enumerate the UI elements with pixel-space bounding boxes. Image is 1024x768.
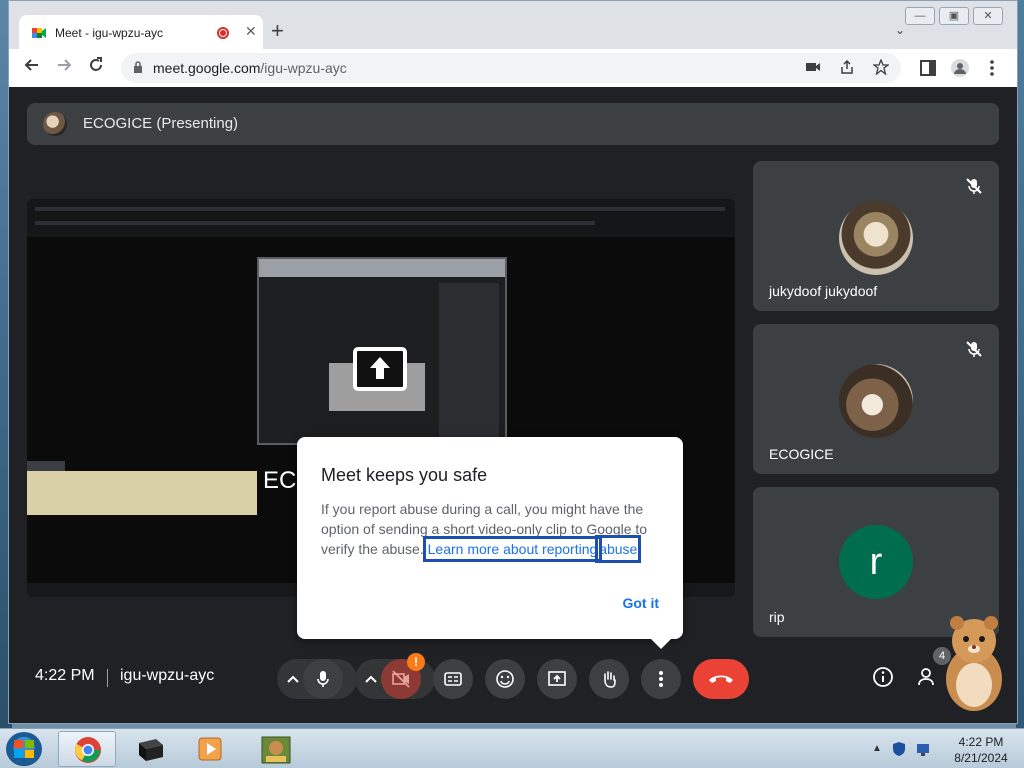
url-host: meet.google.com bbox=[153, 60, 261, 76]
minimize-button[interactable]: — bbox=[905, 7, 935, 25]
participant-name: jukydoof jukydoof bbox=[769, 283, 878, 299]
popup-title: Meet keeps you safe bbox=[321, 465, 488, 485]
audio-options-chevron-icon[interactable] bbox=[285, 671, 301, 687]
participant-name: ECOGICE bbox=[769, 446, 834, 462]
profile-avatar-icon[interactable] bbox=[951, 59, 969, 77]
black-box-app-icon bbox=[139, 739, 163, 761]
tab-strip: Meet - igu-wpzu-ayc ✕ + ⌄ — ▣ ✕ bbox=[9, 1, 1017, 51]
browser-menu-icon[interactable] bbox=[983, 59, 1001, 77]
shared-screen-tabs bbox=[35, 207, 725, 211]
url-text: meet.google.com/igu-wpzu-ayc bbox=[153, 60, 347, 76]
emoji-icon bbox=[496, 670, 514, 688]
presenter-label: ECOGICE (Presenting) bbox=[83, 115, 239, 132]
captions-button[interactable] bbox=[433, 659, 473, 699]
tray-clock-date[interactable]: 8/21/2024 bbox=[946, 751, 1016, 765]
reload-button[interactable] bbox=[83, 55, 109, 81]
shared-screen-bookmarks bbox=[35, 221, 595, 225]
video-options-chevron-icon[interactable] bbox=[363, 671, 379, 687]
game-box-icon bbox=[261, 736, 291, 764]
tab-close-icon[interactable]: ✕ bbox=[245, 23, 257, 40]
address-bar-icons bbox=[805, 59, 889, 75]
raise-hand-button[interactable] bbox=[589, 659, 629, 699]
shared-panel-tab bbox=[27, 461, 65, 471]
got-it-button[interactable]: Got it bbox=[622, 595, 659, 611]
hang-up-icon bbox=[709, 675, 733, 683]
tab-title: Meet - igu-wpzu-ayc bbox=[55, 26, 164, 40]
forward-button[interactable] bbox=[51, 55, 77, 81]
participant-name: rip bbox=[769, 609, 785, 625]
participant-avatar bbox=[839, 364, 913, 438]
more-options-button[interactable] bbox=[641, 659, 681, 699]
meeting-info-icon[interactable] bbox=[871, 665, 895, 689]
presenter-avatar bbox=[43, 112, 67, 136]
emoji-button[interactable] bbox=[485, 659, 525, 699]
meet-stage: ECOGICE (Presenting) ECO jukydoof jukydo… bbox=[9, 87, 1017, 723]
recording-indicator-icon bbox=[217, 27, 229, 39]
shared-screen-toolbar bbox=[27, 199, 735, 237]
tab-search-icon[interactable]: ⌄ bbox=[895, 23, 905, 37]
share-page-icon[interactable] bbox=[839, 59, 855, 75]
bookmark-star-icon[interactable] bbox=[873, 59, 889, 75]
meeting-code: igu-wpzu-ayc bbox=[120, 667, 215, 684]
present-screen-icon bbox=[548, 671, 566, 686]
camera-warning-badge: ! bbox=[407, 653, 425, 671]
taskbar-chrome[interactable] bbox=[58, 731, 116, 767]
tab-meet[interactable]: Meet - igu-wpzu-ayc ✕ bbox=[19, 15, 263, 51]
clock-divider bbox=[107, 669, 108, 687]
safety-popup: Meet keeps you safe If you report abuse … bbox=[297, 437, 683, 649]
camera-in-use-icon[interactable] bbox=[805, 59, 821, 75]
back-arrow-icon bbox=[24, 59, 38, 71]
more-vert-icon bbox=[659, 671, 663, 687]
mic-muted-icon bbox=[966, 341, 982, 357]
participant-tile-2[interactable]: ECOGICE bbox=[753, 324, 999, 474]
start-button[interactable] bbox=[6, 732, 42, 766]
hamster-sticker-icon bbox=[946, 616, 1002, 711]
new-tab-button[interactable]: + bbox=[271, 19, 284, 43]
chrome-icon bbox=[75, 737, 101, 763]
reload-icon bbox=[90, 57, 102, 71]
mic-muted-icon bbox=[966, 178, 982, 194]
participant-letter-avatar: r bbox=[839, 525, 913, 599]
meet-favicon-icon bbox=[32, 28, 46, 38]
windows-taskbar: ▲ 4:22 PM 8/21/2024 bbox=[0, 728, 1024, 768]
participant-avatar bbox=[839, 201, 913, 275]
mic-button[interactable] bbox=[303, 659, 343, 699]
popup-body: If you report abuse during a call, you m… bbox=[321, 499, 661, 563]
leave-call-button[interactable] bbox=[693, 659, 749, 699]
participant-tile-1[interactable]: jukydoof jukydoof bbox=[753, 161, 999, 311]
close-window-button[interactable]: ✕ bbox=[973, 7, 1003, 25]
windows-logo-icon bbox=[14, 740, 34, 758]
learn-more-link-continued[interactable]: abuse bbox=[595, 535, 642, 563]
lock-icon[interactable] bbox=[133, 61, 143, 73]
back-button[interactable] bbox=[19, 55, 45, 81]
maximize-button[interactable]: ▣ bbox=[939, 7, 969, 25]
learn-more-link[interactable]: Learn more about reporting bbox=[422, 536, 603, 562]
raise-hand-icon bbox=[604, 671, 616, 688]
taskbar-game-box[interactable] bbox=[248, 731, 298, 767]
url-path: /igu-wpzu-ayc bbox=[260, 60, 347, 76]
forward-arrow-icon bbox=[58, 59, 72, 71]
shared-inner-sidebar bbox=[439, 283, 499, 443]
presenter-bar: ECOGICE (Presenting) bbox=[27, 103, 999, 145]
taskbar-app-black[interactable] bbox=[124, 731, 174, 767]
network-icon[interactable] bbox=[916, 741, 930, 757]
security-shield-icon[interactable] bbox=[892, 741, 906, 757]
shared-inner-window-titlebar bbox=[259, 259, 505, 277]
meeting-clock: 4:22 PM bbox=[35, 667, 95, 684]
mic-icon bbox=[317, 671, 329, 687]
captions-icon bbox=[444, 672, 462, 686]
screen-share-icon bbox=[353, 347, 407, 391]
tray-clock-time[interactable]: 4:22 PM bbox=[946, 735, 1016, 749]
address-bar[interactable]: meet.google.com/igu-wpzu-ayc bbox=[121, 53, 901, 83]
taskbar-media-player[interactable] bbox=[184, 731, 234, 767]
window-controls: — ▣ ✕ bbox=[905, 7, 1003, 25]
camera-off-icon bbox=[392, 670, 410, 688]
browser-window: Meet - igu-wpzu-ayc ✕ + ⌄ — ▣ ✕ meet.goo… bbox=[8, 0, 1018, 724]
present-button[interactable] bbox=[537, 659, 577, 699]
side-panel-icon[interactable] bbox=[919, 59, 937, 77]
shared-panel bbox=[27, 471, 257, 515]
tray-expand-arrow[interactable]: ▲ bbox=[872, 743, 882, 754]
media-player-icon bbox=[198, 737, 222, 761]
browser-toolbar: meet.google.com/igu-wpzu-ayc bbox=[9, 49, 1017, 87]
